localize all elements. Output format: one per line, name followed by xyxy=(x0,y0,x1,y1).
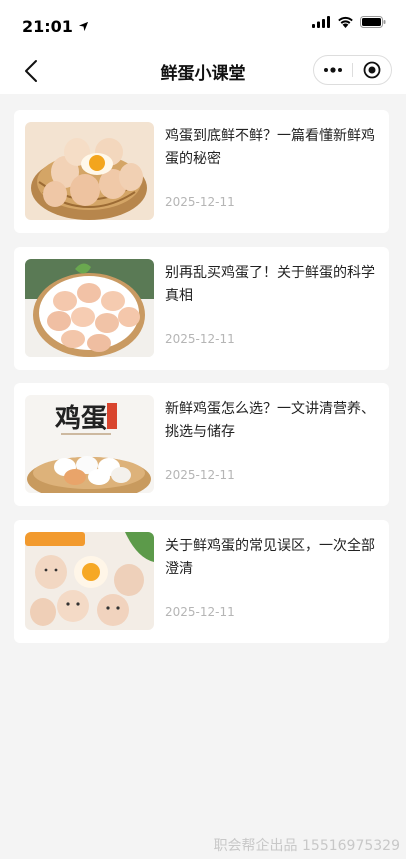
wifi-icon xyxy=(338,16,353,28)
more-dots-icon xyxy=(324,67,342,73)
article-date: 2025-12-11 xyxy=(165,331,235,346)
target-circle-icon xyxy=(363,61,381,79)
article-date: 2025-12-11 xyxy=(165,468,235,482)
location-arrow-icon xyxy=(78,21,89,32)
article-card[interactable]: 关于鲜鸡蛋的常见误区，一次全部澄清 2025-12-11 xyxy=(14,519,389,643)
status-bar: 21:01 xyxy=(0,0,406,48)
article-thumbnail-eggs-bowl xyxy=(25,258,154,357)
article-card[interactable]: 鸡蛋到底鲜不鲜？一篇看懂新鲜鸡蛋的秘密 2025-12-11 xyxy=(14,110,389,233)
footer-credit: 职会帮企出品 15516975329 xyxy=(213,838,400,854)
article-thumbnail-eggs-poster: 鸡蛋 xyxy=(25,395,154,493)
article-title: 关于鲜鸡蛋的常见误区，一次全部澄清 xyxy=(165,537,375,577)
article-title: 新鲜鸡蛋怎么选？一文讲清营养、挑选与储存 xyxy=(165,401,375,440)
poster-title-text: 鸡蛋 xyxy=(54,403,107,434)
article-thumbnail-eggs-basket xyxy=(25,122,154,220)
article-date: 2025-12-11 xyxy=(165,604,235,619)
article-list: 鸡蛋到底鲜不鲜？一篇看懂新鲜鸡蛋的秘密 2025-12-11 别再乱买鸡蛋了！关… xyxy=(14,110,389,656)
article-card[interactable]: 鸡蛋 新鲜鸡蛋怎么选？一文讲清营养、挑选与储存 2025-12-11 xyxy=(14,383,389,506)
miniprogram-capsule xyxy=(313,55,392,85)
signal-icon xyxy=(312,16,330,28)
more-button[interactable] xyxy=(314,67,352,73)
article-card[interactable]: 别再乱买鸡蛋了！关于鲜蛋的科学真相 2025-12-11 xyxy=(14,246,389,370)
article-title: 别再乱买鸡蛋了！关于鲜蛋的科学真相 xyxy=(165,264,375,304)
nav-bar: 鲜蛋小课堂 xyxy=(0,48,406,94)
battery-icon xyxy=(360,16,386,28)
status-icons xyxy=(312,16,386,28)
close-miniprogram-button[interactable] xyxy=(353,61,391,79)
status-time-text: 21:01 xyxy=(22,17,73,36)
article-thumbnail-cute-eggs xyxy=(25,531,154,630)
article-title: 鸡蛋到底鲜不鲜？一篇看懂新鲜鸡蛋的秘密 xyxy=(165,128,375,167)
article-date: 2025-12-11 xyxy=(165,195,235,209)
status-time: 21:01 xyxy=(22,17,89,36)
